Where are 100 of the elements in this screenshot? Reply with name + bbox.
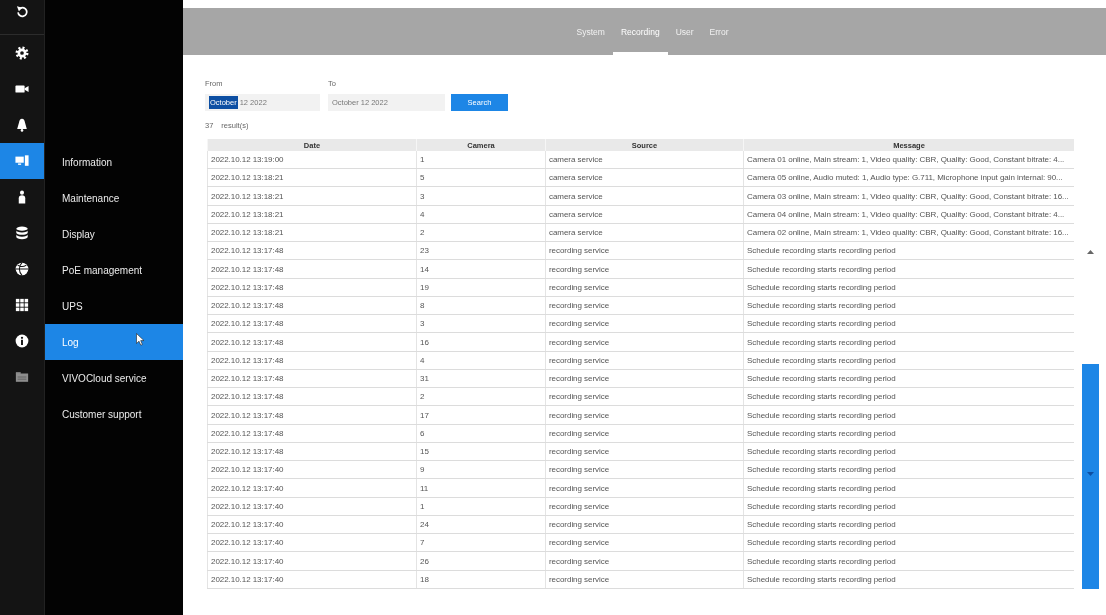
table-cell: 2022.10.12 13:18:21 bbox=[207, 205, 417, 224]
table-cell: Schedule recording starts recording period bbox=[743, 296, 1074, 315]
table-cell: recording service bbox=[545, 369, 744, 388]
table-cell: 2022.10.12 13:17:48 bbox=[207, 442, 417, 461]
folder-icon bbox=[15, 370, 29, 384]
table-cell: recording service bbox=[545, 552, 744, 571]
table-cell: Camera 03 online, Main stream: 1, Video quality: CBR, Quality: Good, Constant bitrate: 16... bbox=[743, 187, 1074, 206]
table-cell: Schedule recording starts recording period bbox=[743, 570, 1074, 589]
table-cell: 2022.10.12 13:17:48 bbox=[207, 333, 417, 352]
table-cell: Schedule recording starts recording period bbox=[743, 333, 1074, 352]
database-icon bbox=[15, 226, 29, 240]
table-cell: 23 bbox=[416, 241, 546, 260]
table-cell: 2022.10.12 13:18:21 bbox=[207, 187, 417, 206]
sidebar-item[interactable]: Maintenance bbox=[45, 180, 183, 216]
table-cell: recording service bbox=[545, 296, 744, 315]
table-cell: recording service bbox=[545, 314, 744, 333]
grid-icon bbox=[15, 298, 29, 312]
table-cell: 17 bbox=[416, 406, 546, 425]
table-cell: recording service bbox=[545, 278, 744, 297]
table-cell: recording service bbox=[545, 351, 744, 370]
table-cell: recording service bbox=[545, 333, 744, 352]
table-cell: 6 bbox=[416, 424, 546, 443]
table-cell: recording service bbox=[545, 442, 744, 461]
table-cell: 2022.10.12 13:17:48 bbox=[207, 387, 417, 406]
table-cell: 5 bbox=[416, 168, 546, 187]
table-cell: Schedule recording starts recording period bbox=[743, 406, 1074, 425]
table-cell: recording service bbox=[545, 260, 744, 279]
table-cell: Schedule recording starts recording period bbox=[743, 278, 1074, 297]
table-cell: 11 bbox=[416, 479, 546, 498]
table-cell: 2022.10.12 13:18:21 bbox=[207, 223, 417, 242]
mouse-pointer-icon bbox=[136, 333, 145, 346]
table-cell: 1 bbox=[416, 151, 546, 169]
table-cell: Camera 04 online, Main stream: 1, Video quality: CBR, Quality: Good, Constant bitrate: 4... bbox=[743, 205, 1074, 224]
table-cell: recording service bbox=[545, 460, 744, 479]
table-cell: recording service bbox=[545, 515, 744, 534]
table-cell: Schedule recording starts recording period bbox=[743, 515, 1074, 534]
table-cell: 2022.10.12 13:19:00 bbox=[207, 151, 417, 169]
computer-icon bbox=[15, 154, 29, 168]
sidebar-item[interactable]: UPS bbox=[45, 288, 183, 324]
arrow-up-icon[interactable] bbox=[1087, 250, 1094, 254]
table-cell: Camera 01 online, Main stream: 1, Video quality: CBR, Quality: Good, Constant bitrate: 4... bbox=[743, 151, 1074, 169]
table-cell: camera service bbox=[545, 223, 744, 242]
table-cell: 2022.10.12 13:17:48 bbox=[207, 369, 417, 388]
rotate-arrow-icon bbox=[15, 5, 29, 19]
table-cell: recording service bbox=[545, 533, 744, 552]
sidebar-item[interactable]: Customer support bbox=[45, 396, 183, 432]
table-cell: 2022.10.12 13:17:48 bbox=[207, 351, 417, 370]
table-cell: Schedule recording starts recording period bbox=[743, 369, 1074, 388]
table-cell: Schedule recording starts recording period bbox=[743, 351, 1074, 370]
table-cell: 4 bbox=[416, 351, 546, 370]
table-cell: 2022.10.12 13:17:40 bbox=[207, 479, 417, 498]
table-cell: 2022.10.12 13:17:48 bbox=[207, 314, 417, 333]
table-cell: recording service bbox=[545, 424, 744, 443]
table-cell: Schedule recording starts recording period bbox=[743, 241, 1074, 260]
globe-icon bbox=[15, 262, 29, 276]
gear-icon bbox=[15, 46, 29, 60]
table-cell: 26 bbox=[416, 552, 546, 571]
table-cell: 1 bbox=[416, 497, 546, 516]
table-cell: 9 bbox=[416, 460, 546, 479]
sidebar-item[interactable]: VIVOCloud service bbox=[45, 360, 183, 396]
table-cell: 2022.10.12 13:17:48 bbox=[207, 260, 417, 279]
table-cell: 15 bbox=[416, 442, 546, 461]
scrollbar-thumb[interactable] bbox=[1082, 364, 1099, 589]
table-cell: 18 bbox=[416, 570, 546, 589]
table-cell: 2022.10.12 13:17:48 bbox=[207, 278, 417, 297]
table-cell: 31 bbox=[416, 369, 546, 388]
table-cell: 2022.10.12 13:17:40 bbox=[207, 533, 417, 552]
table-cell: recording service bbox=[545, 406, 744, 425]
table-cell: recording service bbox=[545, 387, 744, 406]
table-cell: Schedule recording starts recording period bbox=[743, 552, 1074, 571]
sidebar-item[interactable]: PoE management bbox=[45, 252, 183, 288]
table-cell: 2 bbox=[416, 223, 546, 242]
table-cell: 4 bbox=[416, 205, 546, 224]
table-cell: camera service bbox=[545, 168, 744, 187]
info-icon bbox=[15, 334, 29, 348]
table-cell: Schedule recording starts recording period bbox=[743, 442, 1074, 461]
table-cell: 7 bbox=[416, 533, 546, 552]
table-cell: 8 bbox=[416, 296, 546, 315]
table-cell: 2022.10.12 13:17:48 bbox=[207, 406, 417, 425]
sidebar-item[interactable]: Information bbox=[45, 144, 183, 180]
table-cell: Schedule recording starts recording period bbox=[743, 260, 1074, 279]
table-cell: Schedule recording starts recording period bbox=[743, 460, 1074, 479]
table-cell: camera service bbox=[545, 151, 744, 169]
table-cell: Schedule recording starts recording period bbox=[743, 497, 1074, 516]
sidebar-item[interactable]: Log bbox=[45, 324, 183, 360]
table-cell: recording service bbox=[545, 479, 744, 498]
table-cell: 24 bbox=[416, 515, 546, 534]
sidebar-item[interactable]: Display bbox=[45, 216, 183, 252]
table-cell: 2022.10.12 13:18:21 bbox=[207, 168, 417, 187]
table-cell: camera service bbox=[545, 205, 744, 224]
table-cell: 3 bbox=[416, 314, 546, 333]
bell-icon bbox=[15, 118, 29, 132]
table-cell: recording service bbox=[545, 241, 744, 260]
table-cell: 2022.10.12 13:17:40 bbox=[207, 552, 417, 571]
table-cell: 2022.10.12 13:17:48 bbox=[207, 241, 417, 260]
table-cell: 2022.10.12 13:17:40 bbox=[207, 460, 417, 479]
table-cell: camera service bbox=[545, 187, 744, 206]
table-cell: Schedule recording starts recording period bbox=[743, 424, 1074, 443]
table-cell: 16 bbox=[416, 333, 546, 352]
table-cell: 2022.10.12 13:17:48 bbox=[207, 424, 417, 443]
